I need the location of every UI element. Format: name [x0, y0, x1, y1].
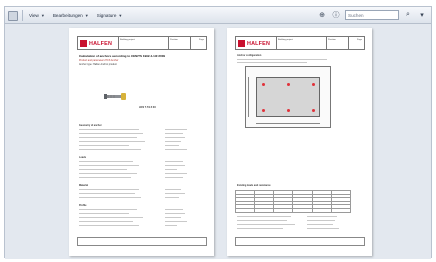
anchor-point — [262, 109, 265, 112]
search-icon[interactable]: ⌕ — [403, 10, 413, 20]
menu-signature[interactable]: Signature ▼ — [95, 12, 125, 19]
table-row — [234, 208, 352, 213]
document-title: Calculation of anchors according to CEN/… — [79, 54, 166, 58]
company-logo: HALFEN — [80, 39, 118, 48]
section-geometry: Geometry of anchor — [79, 124, 102, 127]
section-title: Anchor configuration — [237, 54, 262, 57]
position-label: Position — [328, 39, 336, 41]
document-viewer[interactable]: HALFEN Building project Position Page Ca… — [5, 24, 431, 259]
section-material: Material — [79, 184, 89, 187]
logo-mark — [238, 40, 245, 47]
page-header: HALFEN Building project Position Page — [235, 36, 365, 50]
company-logo: HALFEN — [238, 39, 276, 48]
product-label: HCS 7.7/1.5 XX — [139, 106, 156, 109]
table-title: Existing loads and resistance — [237, 184, 271, 187]
search-input[interactable]: Suchen — [345, 10, 399, 20]
anchor-point — [312, 83, 315, 86]
logo-mark — [80, 40, 87, 47]
menu-bearbeitungen[interactable]: Bearbeitungen ▼ — [51, 12, 91, 19]
project-label: Building project — [278, 39, 293, 41]
search-input-value: Suchen — [348, 12, 364, 18]
chevron-down-icon[interactable]: ▾ — [417, 10, 427, 20]
position-label: Position — [170, 39, 178, 41]
menu-view[interactable]: View ▼ — [27, 12, 47, 19]
page-label: Page — [198, 39, 204, 41]
side-note — [71, 88, 74, 208]
toolbar: View ▼ Bearbeitungen ▼ Signature ▼ ⊕ ⓘ S… — [5, 7, 431, 24]
anchor-point — [287, 109, 290, 112]
menu-signature-label: Signature — [96, 13, 117, 18]
document-subtitle: Product and parameters HCS Anchor — [79, 59, 119, 62]
app-icon[interactable] — [8, 10, 18, 21]
document-page-2: HALFEN Building project Position Page An… — [227, 28, 372, 256]
anchor-image — [104, 93, 126, 100]
project-label: Building project — [120, 39, 135, 41]
section-profile: Profile — [79, 204, 87, 207]
anchor-point — [262, 83, 265, 86]
page-footer — [77, 237, 207, 246]
menu-view-label: View — [29, 13, 39, 18]
info-icon[interactable]: ⓘ — [331, 10, 341, 20]
anchor-point — [312, 109, 315, 112]
menu-bearbeitungen-label: Bearbeitungen — [52, 13, 83, 18]
company-name: HALFEN — [247, 40, 271, 47]
viewer-window: View ▼ Bearbeitungen ▼ Signature ▼ ⊕ ⓘ S… — [4, 6, 432, 259]
company-name: HALFEN — [89, 40, 113, 47]
document-page-1: HALFEN Building project Position Page Ca… — [69, 28, 214, 256]
chevron-down-icon: ▼ — [118, 13, 123, 18]
page-footer — [235, 237, 365, 246]
chevron-down-icon: ▼ — [84, 13, 89, 18]
toolbar-separator — [22, 10, 23, 21]
zoom-icon[interactable]: ⊕ — [317, 10, 327, 20]
page-header: HALFEN Building project Position Page — [77, 36, 207, 50]
anchor-plate — [256, 77, 320, 117]
section-loads: Loads — [79, 156, 87, 159]
chevron-down-icon: ▼ — [40, 13, 45, 18]
anchor-point — [287, 83, 290, 86]
document-subtitle-2: Anchor type: Halfen Anchor product — [79, 63, 117, 66]
page-label: Page — [356, 39, 362, 41]
results-table — [234, 190, 352, 213]
anchor-plate-drawing — [245, 66, 331, 128]
